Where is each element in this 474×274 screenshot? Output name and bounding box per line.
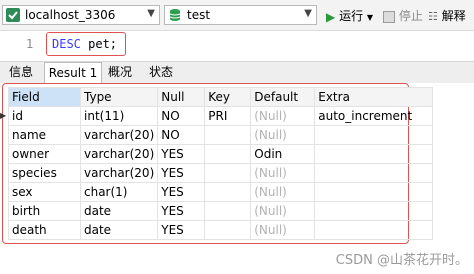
cell-type[interactable]: varchar(20)	[79, 125, 159, 145]
cell-field[interactable]: birth	[8, 201, 81, 221]
cell-extra[interactable]	[314, 182, 434, 202]
table-row[interactable]: name varchar(20) NO (Null)	[8, 125, 434, 145]
cell-key[interactable]	[204, 144, 252, 164]
cell-field[interactable]: owner	[8, 144, 81, 164]
cell-extra[interactable]	[314, 144, 434, 164]
cell-extra[interactable]	[314, 163, 434, 183]
run-label: 运行	[339, 9, 364, 23]
table-row[interactable]: id int(11) NO PRI (Null) auto_increment	[8, 106, 434, 126]
tab-result-1[interactable]: Result 1	[44, 62, 102, 84]
stop-label: 停止	[398, 9, 423, 23]
column-header-null[interactable]: Null	[157, 87, 206, 107]
cell-default[interactable]: (Null)	[250, 220, 316, 240]
explain-label: 解释	[441, 9, 466, 23]
sql-statement[interactable]: DESC pet;	[52, 37, 117, 51]
line-number: 1	[26, 37, 34, 51]
cell-extra[interactable]	[314, 220, 434, 240]
cell-default[interactable]: (Null)	[250, 125, 316, 145]
cell-extra[interactable]: auto_increment	[314, 106, 434, 126]
current-row-icon: ▶	[0, 111, 7, 120]
sql-keyword: DESC	[52, 37, 81, 51]
cell-key[interactable]	[204, 220, 252, 240]
cell-null[interactable]: YES	[157, 182, 206, 202]
cell-type[interactable]: date	[79, 220, 159, 240]
query-editor[interactable]: 1 DESC pet;	[0, 31, 474, 60]
explain-icon: ☷	[428, 10, 438, 23]
table-row[interactable]: birth date YES (Null)	[8, 201, 434, 221]
column-header-field[interactable]: Field	[8, 87, 81, 107]
stop-icon	[383, 10, 395, 23]
connection-name: localhost_3306	[25, 8, 116, 22]
cell-null[interactable]: YES	[157, 201, 206, 221]
tab-info[interactable]: 信息	[2, 62, 40, 83]
cell-null[interactable]: YES	[157, 163, 206, 183]
play-icon: ▶	[326, 9, 336, 24]
column-header-key[interactable]: Key	[204, 87, 252, 107]
explain-button[interactable]: ☷ 解释	[428, 7, 466, 23]
run-button[interactable]: ▶ 运行 ▼	[326, 7, 374, 24]
database-select[interactable]: test ▼	[164, 5, 317, 25]
cell-field[interactable]: species	[8, 163, 81, 183]
cell-type[interactable]: varchar(20)	[79, 144, 159, 164]
chevron-down-icon: ▼	[147, 8, 155, 19]
column-header-extra[interactable]: Extra	[314, 87, 434, 107]
cell-default[interactable]: (Null)	[250, 201, 316, 221]
cell-null[interactable]: YES	[157, 144, 206, 164]
header-row: Field Type Null Key Default Extra	[8, 87, 434, 107]
cell-null[interactable]: NO	[157, 106, 206, 126]
table-row[interactable]: death date YES (Null)	[8, 220, 434, 240]
stop-button[interactable]: 停止	[383, 7, 423, 23]
table-row[interactable]: sex char(1) YES (Null)	[8, 182, 434, 202]
cell-field[interactable]: name	[8, 125, 81, 145]
result-table: Field Type Null Key Default Extra id int(…	[8, 87, 434, 240]
cell-key[interactable]	[204, 201, 252, 221]
cell-default[interactable]: (Null)	[250, 182, 316, 202]
cell-field[interactable]: death	[8, 220, 81, 240]
results-grid: Field Type Null Key Default Extra id int(…	[0, 83, 474, 274]
database-name: test	[187, 8, 211, 22]
cell-default[interactable]: (Null)	[250, 106, 316, 126]
cell-extra[interactable]	[314, 125, 434, 145]
chevron-down-icon: ▼	[304, 8, 312, 19]
chevron-down-icon: ▼	[366, 13, 374, 22]
toolbar: localhost_3306 ▼ test ▼ ▶ 运行 ▼ 停止 ☷ 解释	[0, 0, 474, 31]
table-row[interactable]: species varchar(20) YES (Null)	[8, 163, 434, 183]
cell-key[interactable]: PRI	[204, 106, 252, 126]
cell-type[interactable]: date	[79, 201, 159, 221]
cell-field[interactable]: id	[8, 106, 81, 126]
column-header-type[interactable]: Type	[79, 87, 159, 107]
tab-profile[interactable]: 概况	[102, 62, 138, 83]
result-rows: id int(11) NO PRI (Null) auto_increment name va…	[8, 106, 434, 240]
connection-select[interactable]: localhost_3306 ▼	[2, 5, 160, 25]
cell-key[interactable]	[204, 163, 252, 183]
cell-key[interactable]	[204, 182, 252, 202]
cell-key[interactable]	[204, 125, 252, 145]
database-icon	[169, 9, 181, 21]
column-header-default[interactable]: Default	[250, 87, 316, 107]
watermark: CSDN @山茶花开时。	[335, 253, 468, 268]
sql-rest: pet;	[80, 37, 118, 51]
result-tabs: 信息 Result 1 概况 状态	[0, 61, 474, 84]
table-row[interactable]: owner varchar(20) YES Odin	[8, 144, 434, 164]
mysql-connection-icon	[6, 8, 20, 22]
cell-type[interactable]: char(1)	[79, 182, 159, 202]
cell-default[interactable]: Odin	[250, 144, 316, 164]
cell-null[interactable]: NO	[157, 125, 206, 145]
cell-type[interactable]: int(11)	[79, 106, 159, 126]
tab-status[interactable]: 状态	[142, 62, 180, 83]
cell-extra[interactable]	[314, 201, 434, 221]
cell-type[interactable]: varchar(20)	[79, 163, 159, 183]
cell-field[interactable]: sex	[8, 182, 81, 202]
cell-default[interactable]: (Null)	[250, 163, 316, 183]
cell-null[interactable]: YES	[157, 220, 206, 240]
